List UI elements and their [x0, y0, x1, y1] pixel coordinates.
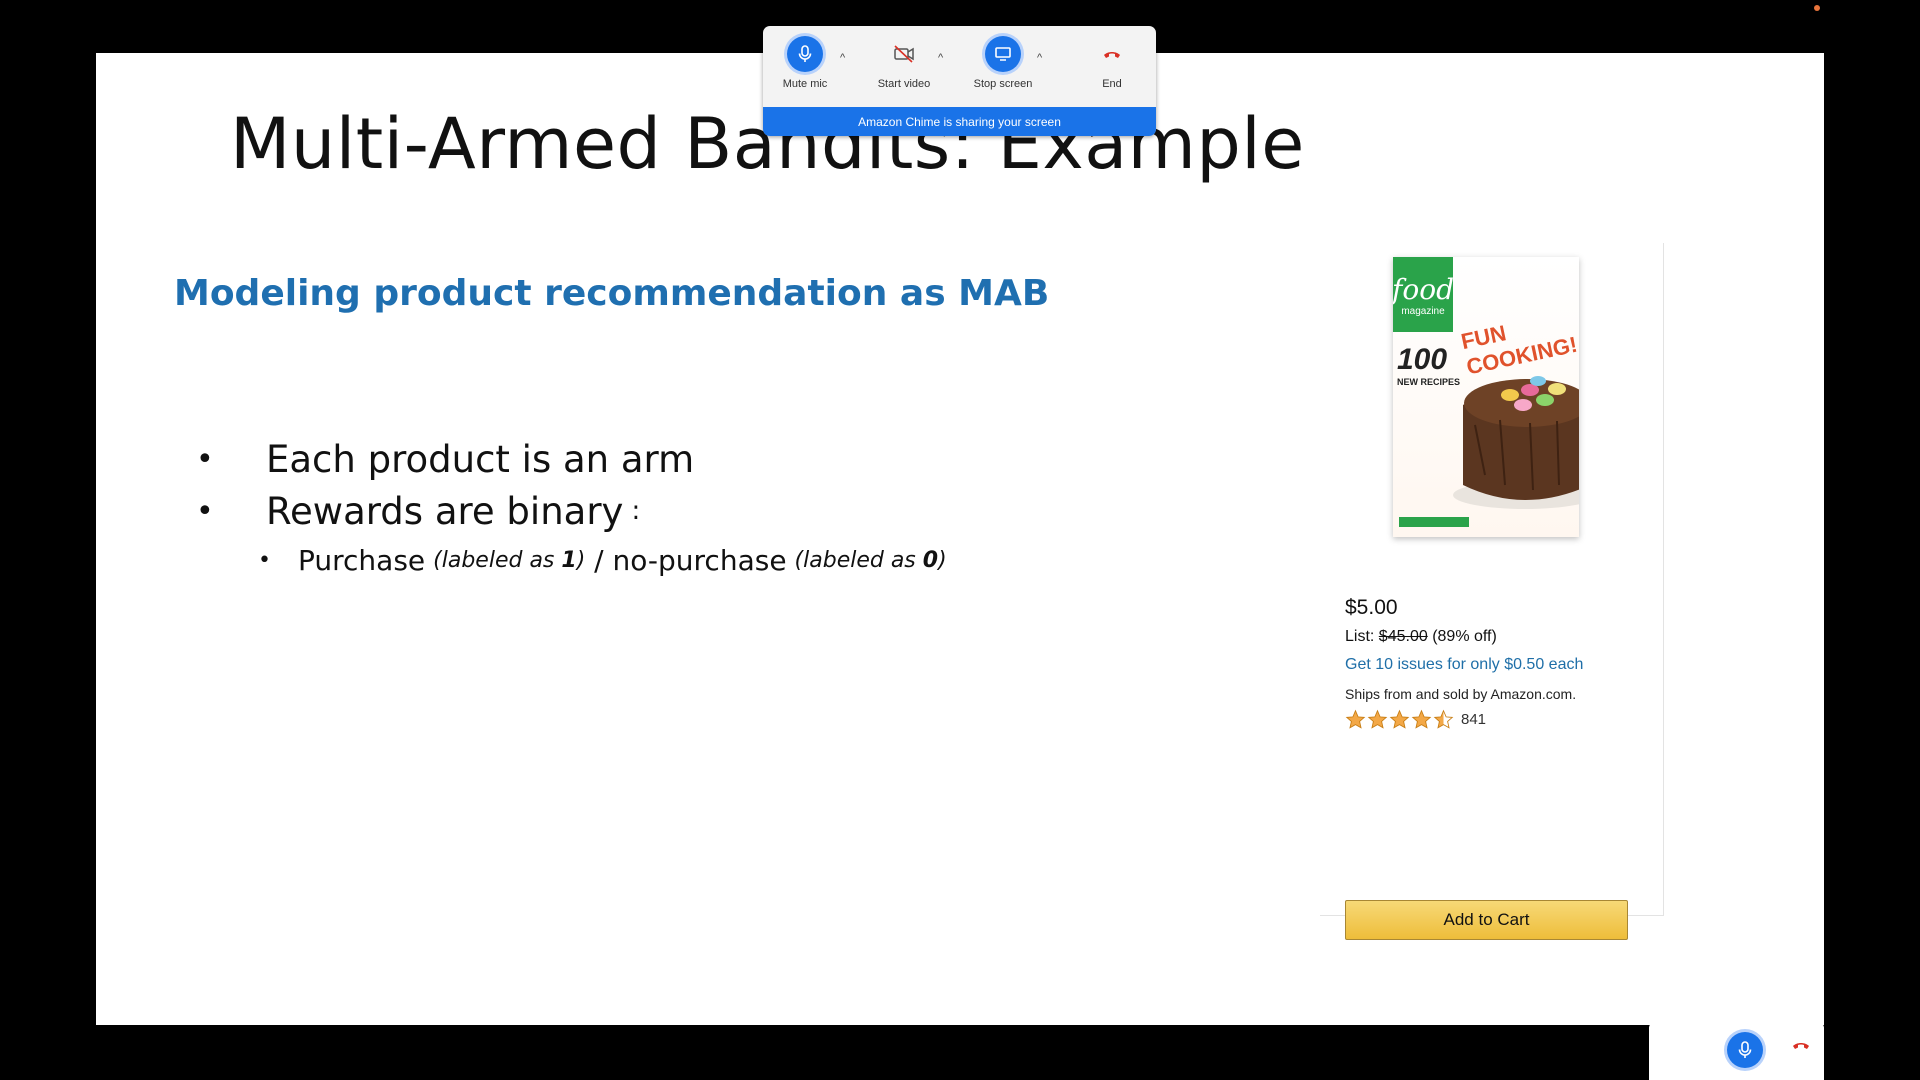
stop-screen-button[interactable]: Stop screen	[963, 36, 1043, 90]
subscription-offer-link[interactable]: Get 10 issues for only $0.50 each	[1345, 656, 1583, 674]
video-off-icon	[886, 36, 922, 72]
no-purchase-note: (labeled as 0)	[794, 547, 947, 573]
star-rating[interactable]: 841	[1345, 709, 1486, 730]
product-card: food magazine FUN COOKING! 100 NEW RECIP…	[1320, 243, 1664, 940]
microphone-icon[interactable]	[1727, 1032, 1763, 1068]
star-full-icon	[1345, 709, 1366, 729]
product-image[interactable]: food magazine FUN COOKING! 100 NEW RECIP…	[1393, 257, 1579, 537]
bullet-suffix: :	[631, 496, 641, 526]
review-count[interactable]: 841	[1461, 711, 1486, 728]
add-to-cart-button[interactable]: Add to Cart	[1345, 900, 1628, 940]
mute-mic-label: Mute mic	[782, 78, 828, 90]
slide-subtitle: Modeling product recommendation as MAB	[174, 273, 1050, 314]
cake-image	[1453, 376, 1579, 509]
magazine-logo: food magazine	[1393, 257, 1454, 332]
microphone-icon	[787, 36, 823, 72]
purchase-note: (labeled as 1)	[433, 547, 586, 573]
stop-screen-label: Stop screen	[973, 78, 1033, 90]
bullet-text: Rewards are binary	[266, 489, 624, 533]
mute-mic-button[interactable]: Mute mic	[765, 36, 845, 90]
bullet-text: Each product is an arm	[266, 437, 695, 481]
product-price: $5.00	[1345, 596, 1398, 619]
list-price: List: $45.00 (89% off)	[1345, 628, 1497, 645]
cover-footer-bar	[1399, 517, 1469, 527]
mini-call-controls	[1649, 1022, 1824, 1080]
bullet-dot-icon: •	[196, 441, 214, 477]
purchase-text: Purchase	[298, 543, 426, 577]
bullet-item: • Each product is an arm	[196, 433, 947, 485]
bullet-dot-icon: •	[258, 547, 271, 573]
chevron-up-icon[interactable]: ^	[840, 52, 845, 64]
bullet-dot-icon: •	[196, 493, 214, 529]
star-full-icon	[1389, 709, 1410, 729]
end-label: End	[1102, 78, 1122, 90]
chevron-up-icon[interactable]: ^	[938, 52, 943, 64]
separator: /	[585, 543, 613, 577]
shipping-info: Ships from and sold by Amazon.com.	[1345, 686, 1577, 702]
chevron-up-icon[interactable]: ^	[1037, 52, 1042, 64]
bullet-list: • Each product is an arm • Rewards are b…	[196, 433, 947, 583]
bullet-item: • Rewards are binary :	[196, 485, 947, 537]
presentation-slide: Multi-Armed Bandits: Example Modeling pr…	[96, 53, 1824, 1025]
star-full-icon	[1411, 709, 1432, 729]
chime-toolbar: Mute mic ^ Start video ^ Stop screen ^ E…	[763, 26, 1156, 136]
start-video-label: Start video	[877, 78, 931, 90]
hang-up-icon[interactable]	[1791, 1038, 1811, 1056]
star-full-icon	[1367, 709, 1388, 729]
sub-bullet-item: • Purchase (labeled as 1) / no-purchase …	[258, 537, 947, 583]
recording-indicator-icon	[1814, 5, 1820, 11]
hang-up-icon	[1094, 36, 1130, 72]
end-call-button[interactable]: End	[1072, 36, 1152, 90]
star-half-icon	[1433, 709, 1454, 729]
no-purchase-text: no-purchase	[612, 543, 787, 577]
screen-share-icon	[985, 36, 1021, 72]
start-video-button[interactable]: Start video	[864, 36, 944, 90]
sharing-banner: Amazon Chime is sharing your screen	[763, 107, 1156, 136]
